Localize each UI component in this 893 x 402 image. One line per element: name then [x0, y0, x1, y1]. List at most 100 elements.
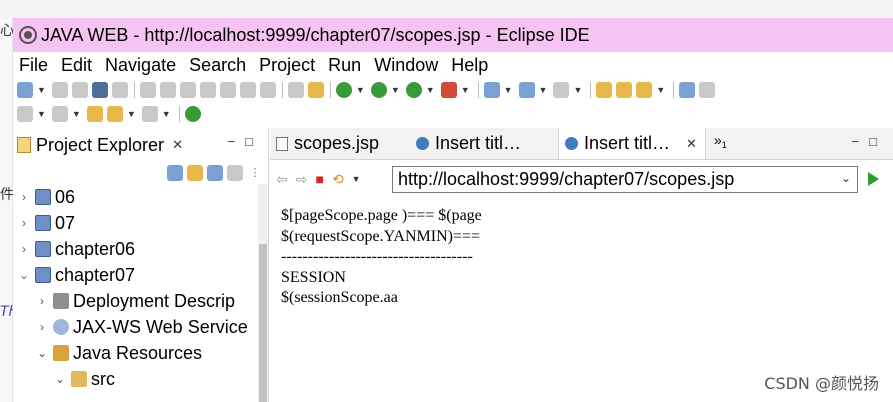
tab-scopes-jsp[interactable]: scopes.jsp [270, 128, 410, 159]
menu-project[interactable]: Project [259, 55, 315, 76]
close-icon[interactable]: ✕ [172, 137, 183, 153]
forward-arrow-icon[interactable]: ⇨ [296, 171, 308, 188]
overflow-count: 1 [721, 140, 727, 150]
chevron-down-icon[interactable]: ⌄ [17, 268, 31, 282]
menu-run[interactable]: Run [328, 55, 361, 76]
annotation-dropdown-icon[interactable]: ▼ [37, 109, 46, 119]
menu-search[interactable]: Search [189, 55, 246, 76]
tab-insert-title-2[interactable]: Insert titl… ✕ [558, 128, 706, 159]
menu-edit[interactable]: Edit [61, 55, 92, 76]
chevron-right-icon[interactable]: › [35, 294, 49, 308]
chevron-down-icon[interactable]: ⌄ [53, 372, 67, 386]
tree-item-deployment-descriptor[interactable]: › Deployment Descrip [35, 288, 235, 314]
back-arrow-icon[interactable]: ⇦ [276, 171, 288, 188]
explorer-scrollbar[interactable] [258, 184, 268, 402]
suspend-icon[interactable] [159, 82, 176, 98]
tab-overflow-button[interactable]: » 1 [706, 128, 733, 159]
tree-item-07[interactable]: › 07 [17, 210, 75, 236]
last-edit-icon[interactable] [86, 106, 103, 122]
run-dropdown-icon[interactable]: ▼ [391, 85, 400, 95]
toolbar-separator [590, 82, 592, 98]
chevron-right-icon[interactable]: › [35, 320, 49, 334]
task-dropdown-icon[interactable]: ▼ [656, 85, 665, 95]
annotation-icon[interactable] [17, 106, 33, 122]
new-package-icon[interactable] [553, 82, 570, 98]
view-menu-icon[interactable]: ⋮ [247, 165, 263, 181]
step-return-icon[interactable] [259, 82, 276, 98]
new-java-class-icon[interactable] [518, 82, 535, 98]
tree-item-chapter06[interactable]: › chapter06 [17, 236, 135, 262]
tree-item-jax-ws[interactable]: › JAX-WS Web Service [35, 314, 248, 340]
menu-navigate[interactable]: Navigate [105, 55, 176, 76]
tree-item-java-resources[interactable]: ⌄ Java Resources [35, 340, 202, 366]
web-browser-icon[interactable] [679, 82, 696, 98]
scrollbar-thumb[interactable] [259, 244, 267, 402]
forward-icon[interactable] [141, 106, 158, 122]
editor-minimize-maximize-controls[interactable]: −□ [852, 134, 887, 149]
top-strip [0, 0, 893, 18]
open-perspective-icon[interactable] [184, 106, 201, 122]
new-class-dropdown-icon[interactable]: ▼ [539, 85, 548, 95]
new-server-dropdown-icon[interactable]: ▼ [504, 85, 513, 95]
external-tools-dropdown-icon[interactable]: ▼ [461, 85, 470, 95]
toggle-breadcrumb-icon[interactable] [287, 82, 304, 98]
resume-icon[interactable] [139, 82, 156, 98]
menu-window[interactable]: Window [374, 55, 438, 76]
chevron-right-icon[interactable]: › [17, 216, 31, 230]
url-field[interactable]: http://localhost:9999/chapter07/scopes.j… [392, 166, 858, 193]
refresh-icon[interactable]: ⟲ [332, 171, 344, 188]
open-type-icon[interactable] [596, 82, 613, 98]
open-folder-icon[interactable] [616, 82, 633, 98]
coverage-dropdown-icon[interactable]: ▼ [426, 85, 435, 95]
step-over-icon[interactable] [239, 82, 256, 98]
menu-help[interactable]: Help [451, 55, 488, 76]
tree-item-06[interactable]: › 06 [17, 184, 75, 210]
terminate-icon[interactable] [179, 82, 196, 98]
explorer-toolbar: ⋮ [13, 162, 269, 184]
back-dropdown-icon[interactable]: ▼ [127, 109, 136, 119]
step-into-icon[interactable] [219, 82, 236, 98]
tree-item-src[interactable]: ⌄ src [53, 366, 115, 392]
chevron-right-icon[interactable]: › [17, 190, 31, 204]
window-titlebar[interactable]: JAVA WEB - http://localhost:9999/chapter… [13, 18, 893, 52]
run-icon[interactable] [370, 82, 387, 98]
new-icon[interactable] [17, 82, 33, 98]
close-icon[interactable]: ✕ [686, 136, 697, 152]
menu-file[interactable]: File [19, 55, 48, 76]
project-explorer-tab[interactable]: Project Explorer ✕ −□ [13, 128, 269, 162]
go-icon[interactable] [868, 172, 879, 186]
chevron-down-icon[interactable]: ⌄ [35, 346, 49, 360]
pin-dropdown-icon[interactable]: ▼ [72, 109, 81, 119]
save-all-icon[interactable] [71, 82, 88, 98]
terminal-icon[interactable] [91, 82, 108, 98]
debug-icon[interactable] [335, 82, 352, 98]
collapse-all-icon[interactable] [167, 165, 183, 181]
print-icon[interactable] [111, 82, 128, 98]
new-server-icon[interactable] [483, 82, 500, 98]
stop-icon[interactable]: ■ [315, 171, 323, 187]
project-explorer-panel: Project Explorer ✕ −□ ⋮ › 06 › 07 › chap… [13, 128, 269, 402]
tree-item-chapter07[interactable]: ⌄ chapter07 [17, 262, 135, 288]
search-icon[interactable] [699, 82, 716, 98]
link-with-editor-icon[interactable] [187, 165, 203, 181]
tab-insert-title-1[interactable]: Insert titl… [410, 128, 558, 159]
secondary-toolbar: ▼ ▼ ▼ ▼ [13, 102, 273, 126]
external-tools-icon[interactable] [440, 82, 457, 98]
new-dropdown-icon[interactable]: ▼ [37, 85, 46, 95]
pin-icon[interactable] [51, 106, 68, 122]
debug-dropdown-icon[interactable]: ▼ [356, 85, 365, 95]
nav-dropdown-icon[interactable]: ▼ [352, 174, 361, 184]
filter-icon[interactable] [207, 165, 223, 181]
back-icon[interactable] [106, 106, 123, 122]
minimize-maximize-controls[interactable]: −□ [228, 134, 263, 149]
chevron-right-icon[interactable]: › [17, 242, 31, 256]
forward-dropdown-icon[interactable]: ▼ [162, 109, 171, 119]
focus-icon[interactable] [227, 165, 243, 181]
new-package-dropdown-icon[interactable]: ▼ [573, 85, 582, 95]
skip-breakpoints-icon[interactable] [307, 82, 324, 98]
chevron-down-icon[interactable]: ⌄ [841, 171, 851, 185]
open-task-icon[interactable] [636, 82, 653, 98]
save-icon[interactable] [51, 82, 68, 98]
coverage-icon[interactable] [405, 82, 422, 98]
disconnect-icon[interactable] [199, 82, 216, 98]
